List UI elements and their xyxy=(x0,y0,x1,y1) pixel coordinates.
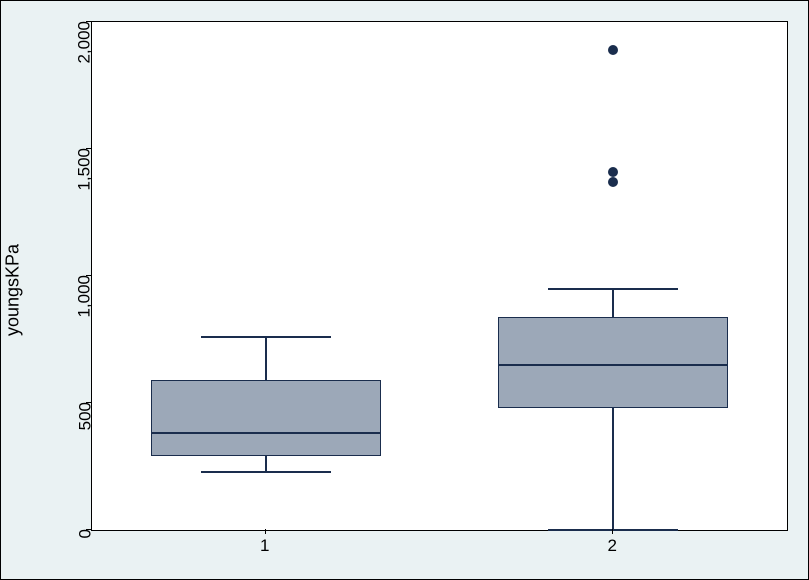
x-tick-mark xyxy=(612,529,613,534)
y-axis-label: youngsKPa xyxy=(3,244,24,336)
plot-area xyxy=(91,21,788,531)
x-tick-mark xyxy=(265,529,266,534)
x-tick-label: 2 xyxy=(608,536,617,556)
whisker-line-upper xyxy=(265,337,267,380)
whisker-cap-lower xyxy=(548,529,678,531)
y-tick-label: 1,000 xyxy=(75,275,95,318)
chart-container: youngsKPa 0 500 1,000 1,500 2,000 1 2 xyxy=(0,0,809,580)
whisker-line-lower xyxy=(265,456,267,471)
x-tick-label: 1 xyxy=(260,536,269,556)
median-line xyxy=(151,432,381,434)
whisker-line-lower xyxy=(612,408,614,530)
outlier-point xyxy=(608,45,618,55)
whisker-cap-lower xyxy=(201,471,331,473)
whisker-line-upper xyxy=(612,289,614,317)
box xyxy=(498,317,728,408)
whisker-cap-upper xyxy=(548,288,678,290)
box xyxy=(151,380,381,456)
y-tick-label: 0 xyxy=(75,529,95,538)
y-tick-label: 1,500 xyxy=(75,148,95,191)
y-tick-label: 2,000 xyxy=(75,21,95,64)
median-line xyxy=(498,364,728,366)
outlier-point xyxy=(608,167,618,177)
y-tick-label: 500 xyxy=(75,402,95,430)
whisker-cap-upper xyxy=(201,336,331,338)
outlier-point xyxy=(608,177,618,187)
